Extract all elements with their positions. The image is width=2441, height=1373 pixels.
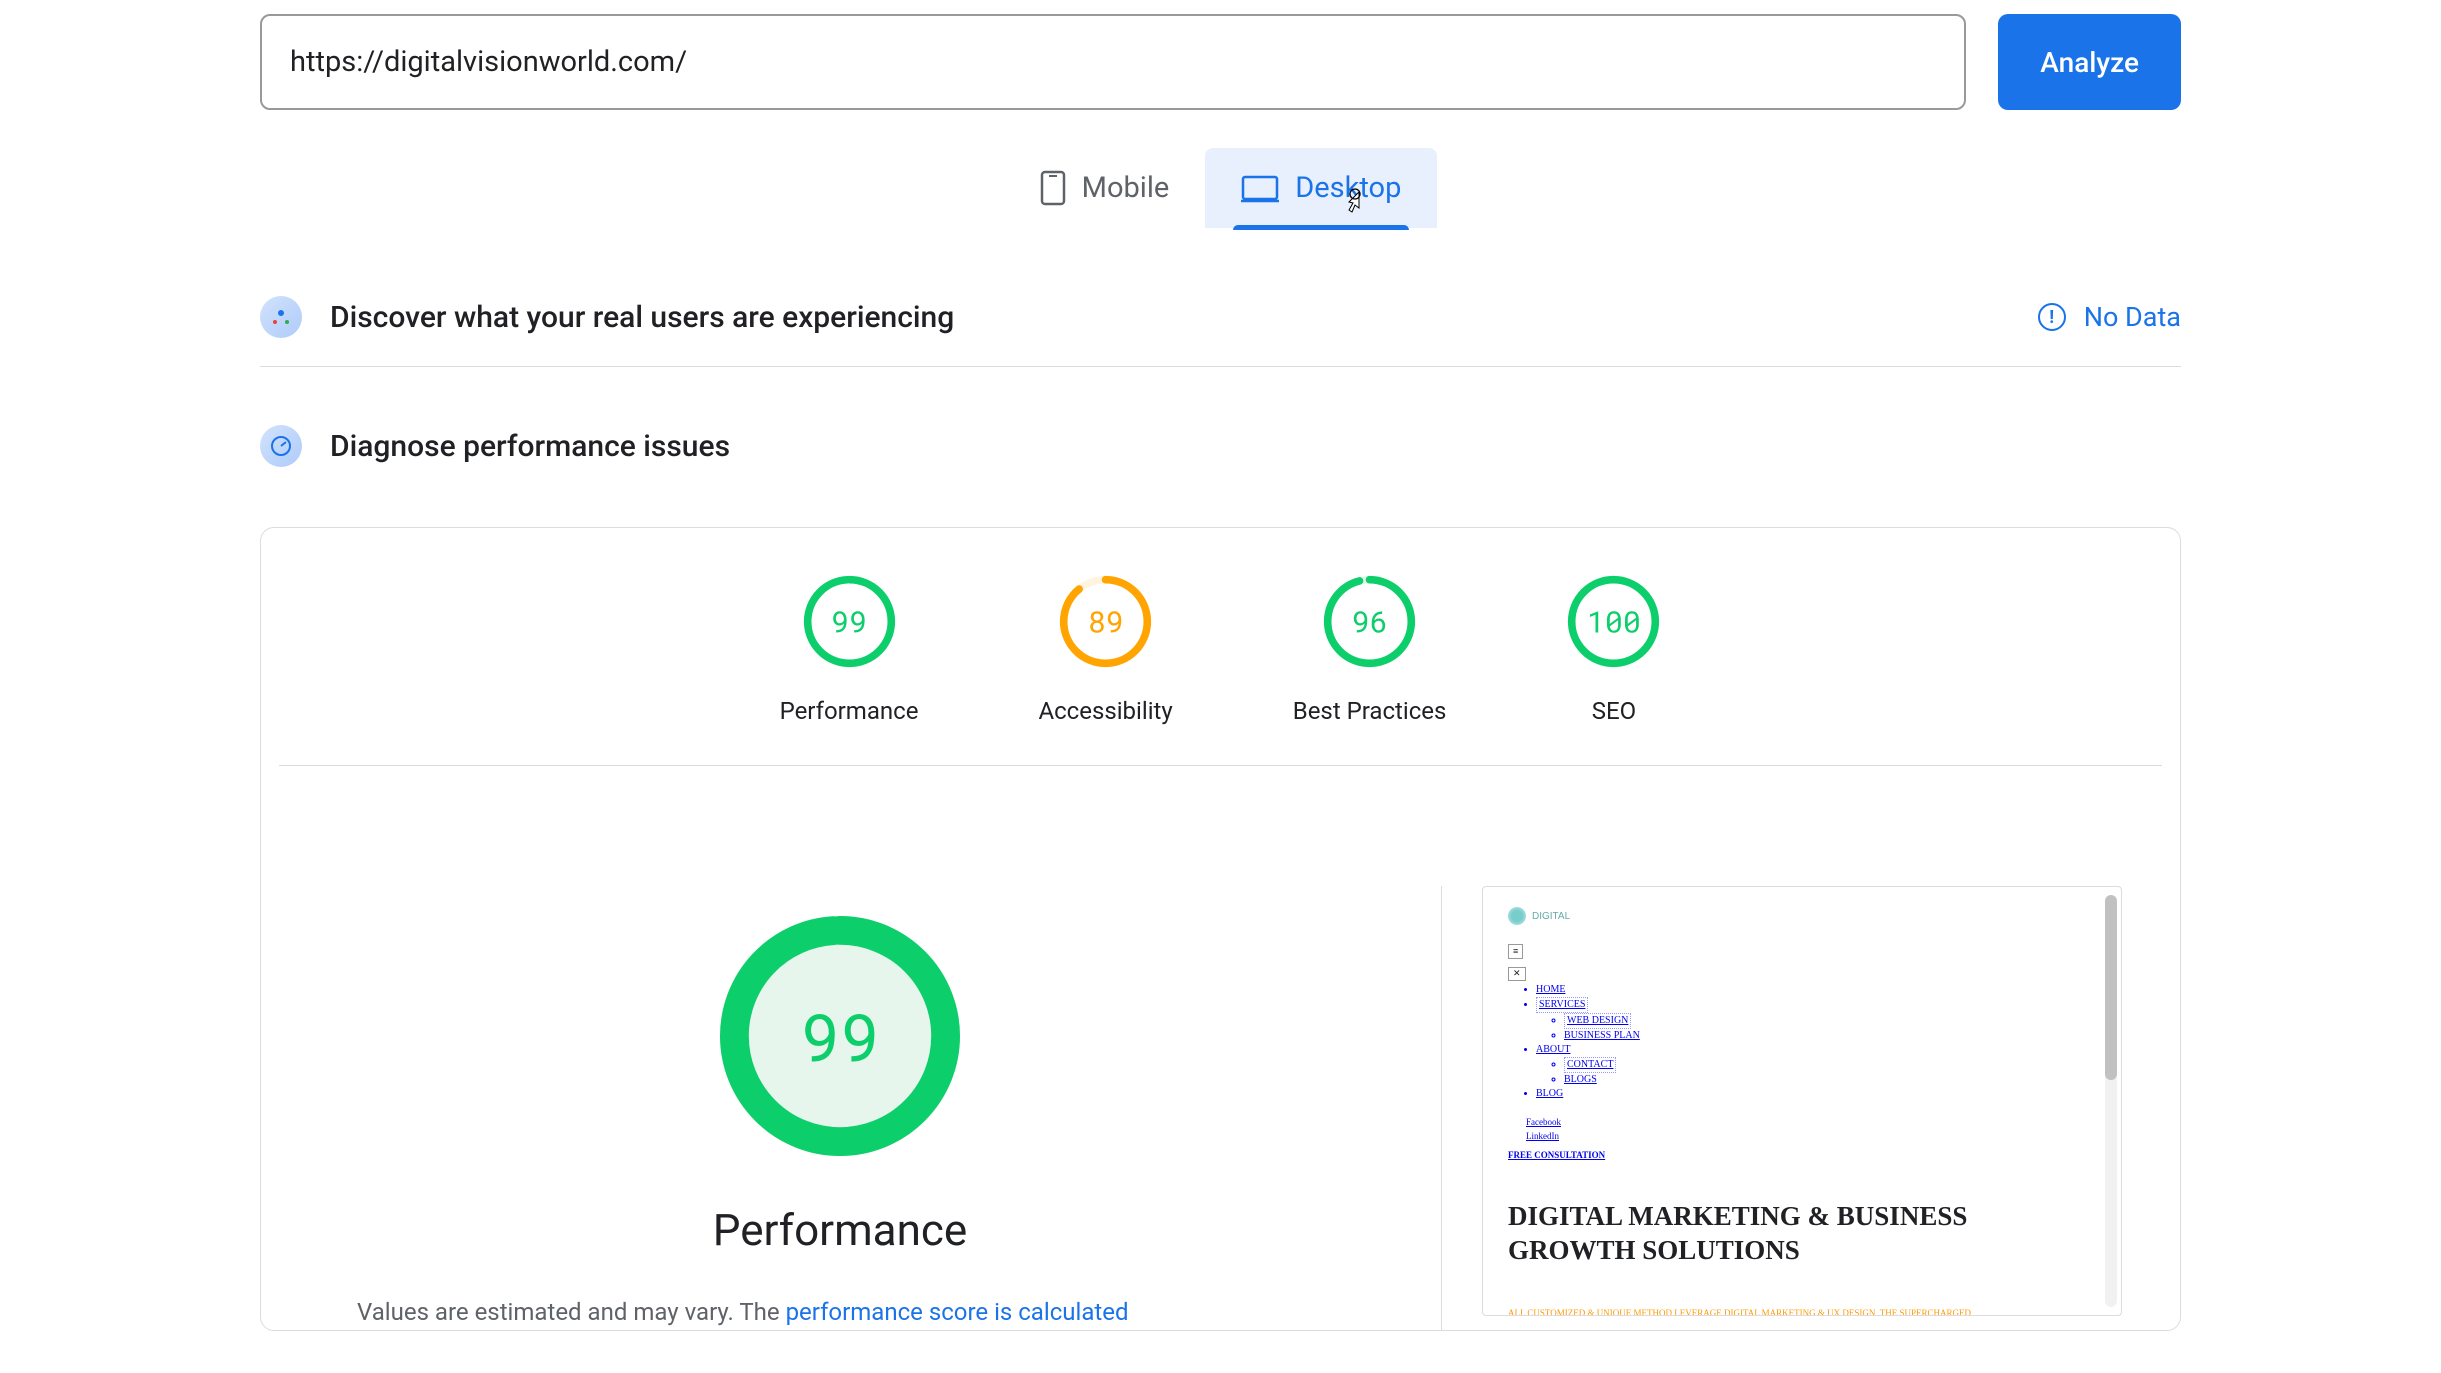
gauge-best-practices-value: 96 (1352, 602, 1388, 641)
gauge-accessibility[interactable]: 89 Accessibility (1038, 574, 1172, 725)
gauge-accessibility-label: Accessibility (1038, 697, 1172, 725)
page-screenshot: DIGITAL ≡ ✕ HOME SERVICES WEB DESIGN BUS… (1482, 886, 2122, 1316)
gauge-performance[interactable]: 99 Performance (780, 574, 919, 725)
detail-performance-panel: 99 Performance Values are estimated and … (279, 886, 1442, 1330)
preview-scrollbar (2105, 895, 2117, 1307)
analyze-button[interactable]: Analyze (1998, 14, 2181, 110)
tab-desktop[interactable]: Desktop (1205, 148, 1437, 228)
preview-cta: FREE CONSULTATION (1508, 1150, 2096, 1160)
info-icon: ! (2038, 303, 2066, 331)
gauge-row: 99 Performance 89 Accessibility 96 Best … (279, 574, 2162, 766)
big-performance-gauge: 99 (720, 916, 960, 1156)
url-input[interactable] (260, 14, 1966, 110)
gauge-performance-value: 99 (831, 602, 867, 641)
gauge-best-practices[interactable]: 96 Best Practices (1293, 574, 1447, 725)
tab-mobile[interactable]: Mobile (1004, 148, 1206, 228)
tab-desktop-label: Desktop (1295, 171, 1401, 205)
tab-mobile-label: Mobile (1082, 171, 1170, 205)
screenshot-panel: DIGITAL ≡ ✕ HOME SERVICES WEB DESIGN BUS… (1482, 886, 2162, 1330)
preview-nav: HOME SERVICES WEB DESIGN BUSINESS PLAN A… (1508, 983, 2096, 1101)
report-card: 99 Performance 89 Accessibility 96 Best … (260, 527, 2181, 1331)
gauge-best-practices-label: Best Practices (1293, 697, 1447, 725)
field-data-section-header: Discover what your real users are experi… (260, 296, 2181, 367)
performance-score-link[interactable]: performance score is calculated (786, 1298, 1129, 1326)
preview-social: Facebook LinkedIn (1508, 1115, 2096, 1144)
preview-close-icon: ✕ (1508, 967, 1526, 981)
field-data-icon (260, 296, 302, 338)
gauge-seo[interactable]: 100 SEO (1566, 574, 1661, 725)
mobile-icon (1040, 170, 1066, 206)
desktop-icon (1241, 173, 1279, 203)
gauge-seo-label: SEO (1566, 697, 1661, 725)
preview-logo: DIGITAL (1508, 907, 2096, 925)
field-data-title: Discover what your real users are experi… (330, 300, 2038, 335)
detail-title: Performance (279, 1204, 1401, 1256)
preview-hamburger-icon: ≡ (1508, 944, 1523, 959)
lab-data-title: Diagnose performance issues (330, 429, 2181, 464)
no-data-label: No Data (2084, 301, 2181, 333)
detail-desc-text: Values are estimated and may vary. The (357, 1298, 786, 1326)
detail-row: 99 Performance Values are estimated and … (279, 886, 2162, 1330)
preview-subheading: ALL CUSTOMIZED & UNIQUE METHOD LEVERAGE … (1508, 1307, 2096, 1316)
lab-data-section-header: Diagnose performance issues (260, 425, 2181, 495)
no-data-indicator[interactable]: ! No Data (2038, 301, 2181, 333)
search-bar: Analyze (260, 14, 2181, 110)
gauge-performance-label: Performance (780, 697, 919, 725)
gauge-accessibility-value: 89 (1088, 602, 1124, 641)
detail-description: Values are estimated and may vary. The p… (279, 1294, 1401, 1330)
device-tabs: Mobile Desktop (260, 148, 2181, 228)
big-performance-value: 99 (800, 993, 879, 1080)
gauge-seo-value: 100 (1587, 602, 1641, 641)
diagnose-icon (260, 425, 302, 467)
preview-heading: DIGITAL MARKETING & BUSINESS GROWTH SOLU… (1508, 1200, 2096, 1268)
